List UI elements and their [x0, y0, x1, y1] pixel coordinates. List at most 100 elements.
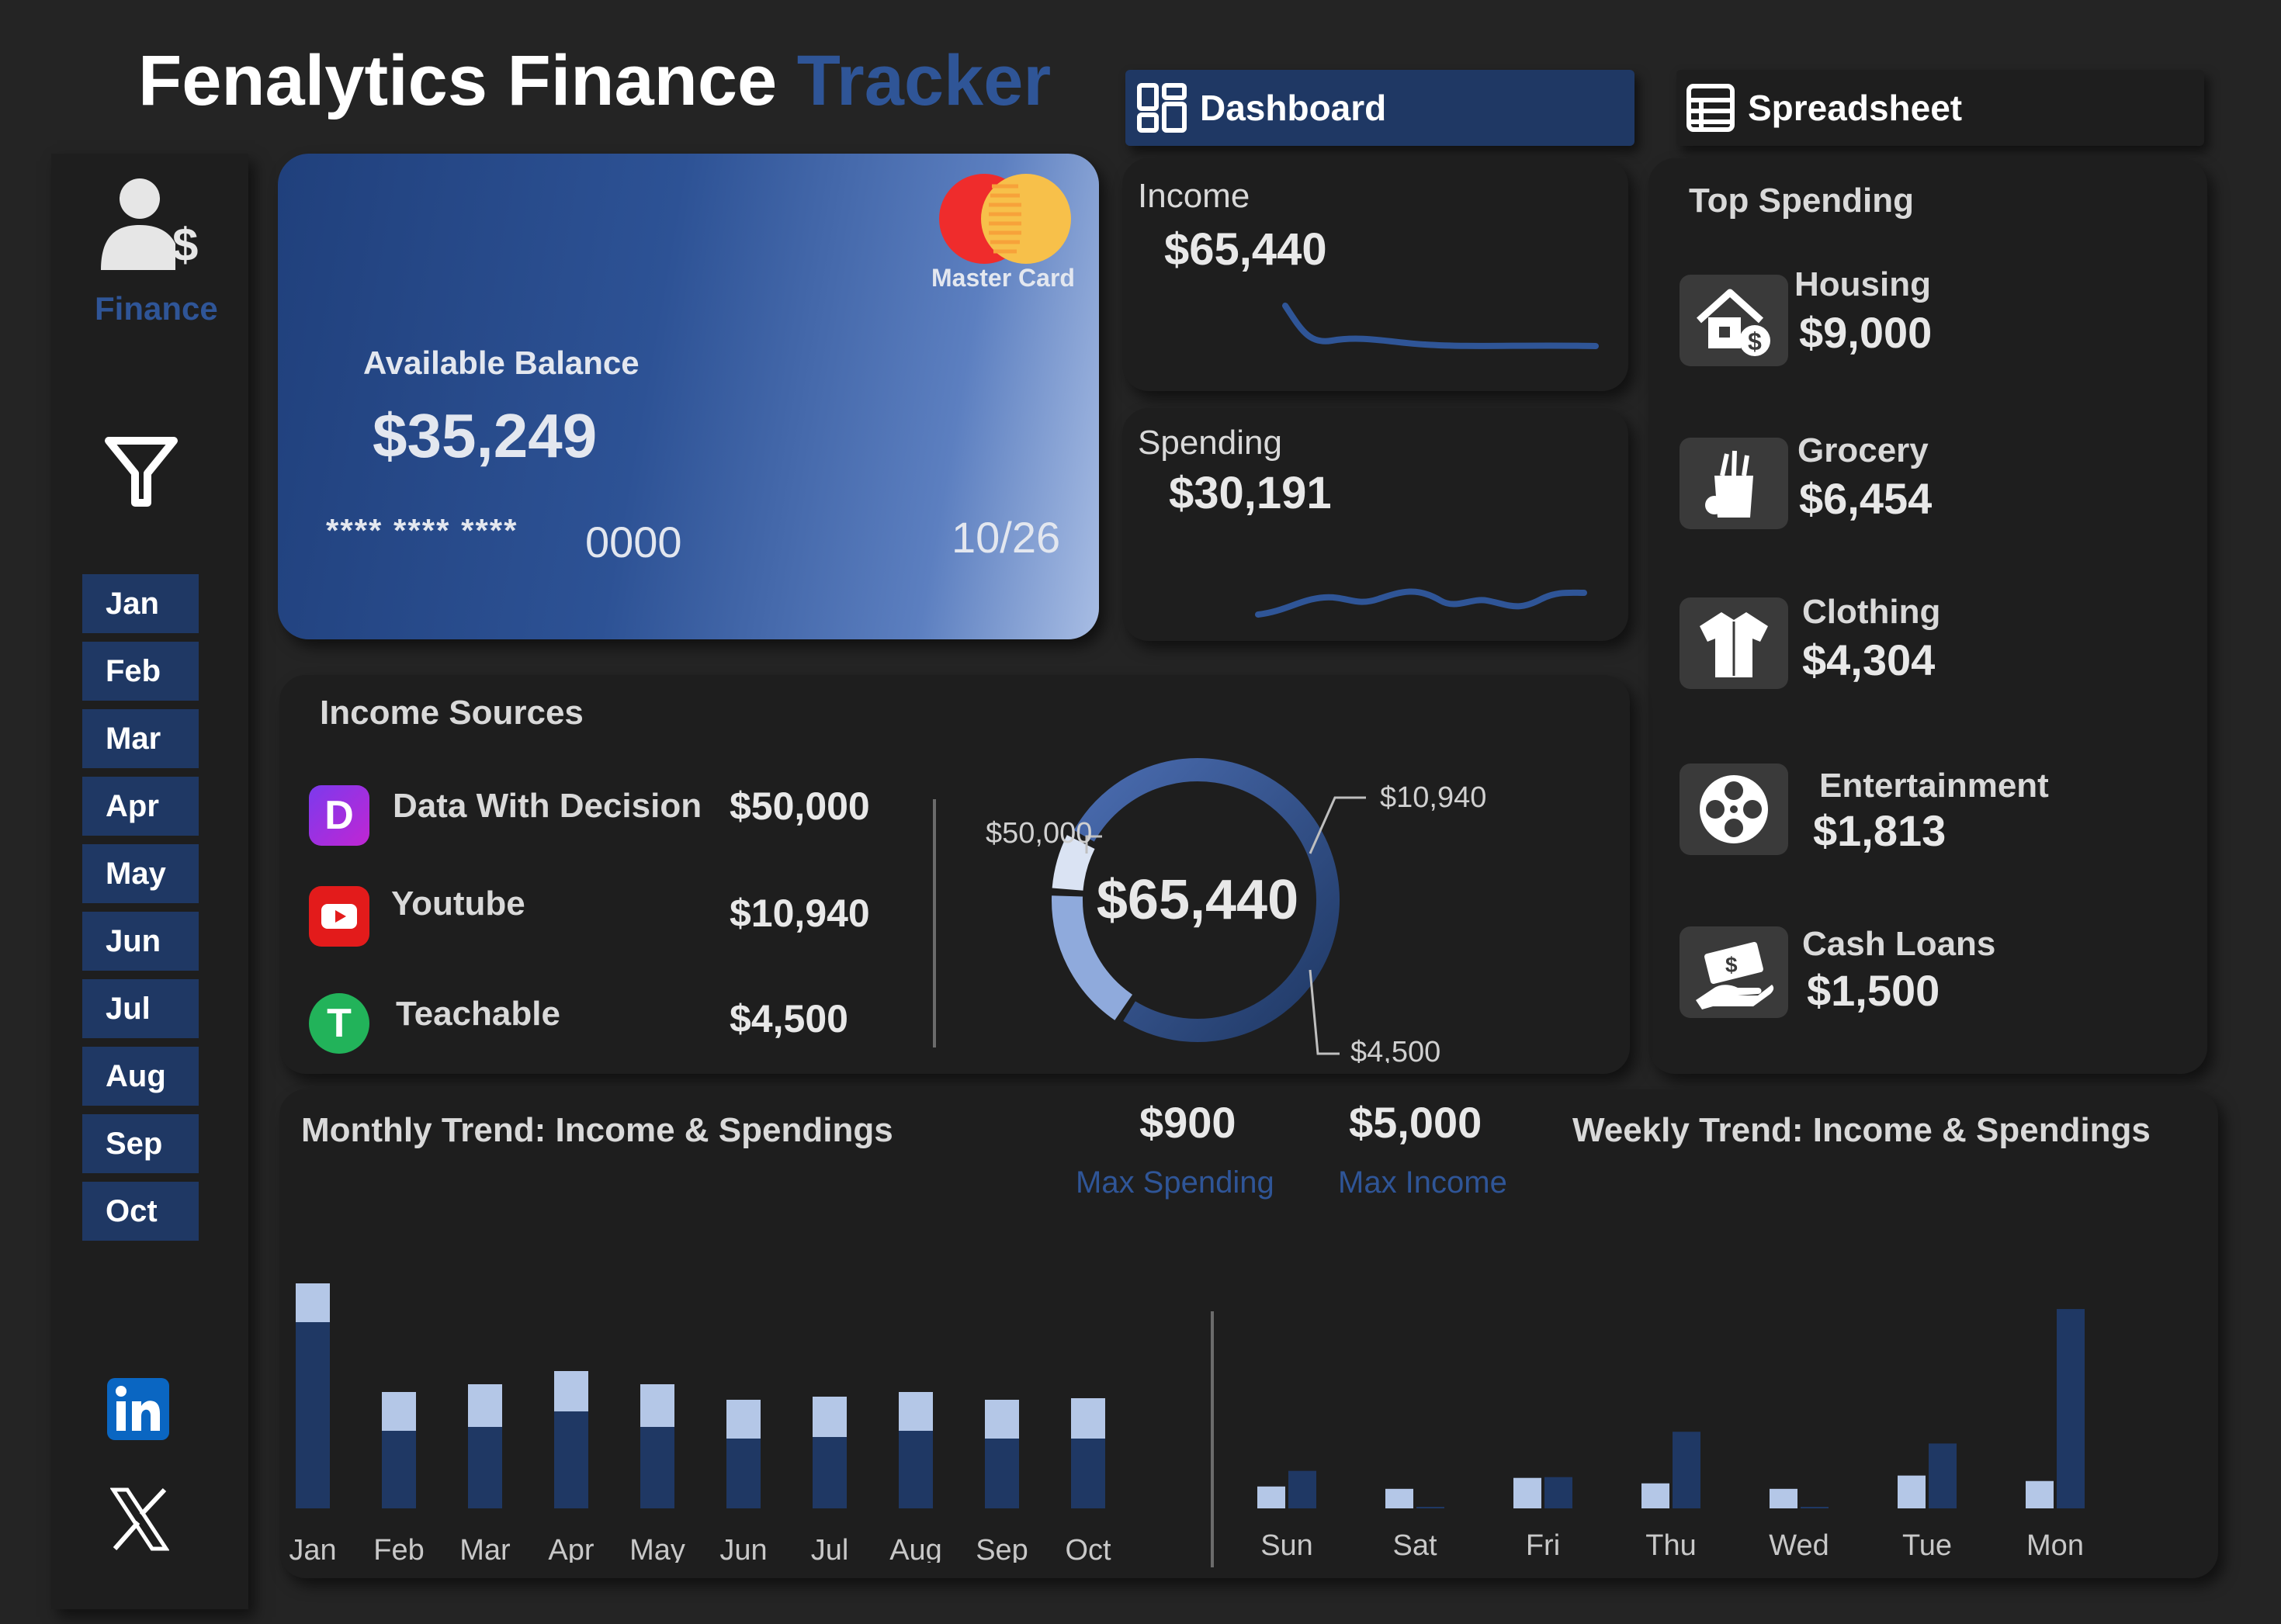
bar-jul-s1	[813, 1397, 847, 1437]
entertainment-value: $1,813	[1813, 806, 1946, 855]
month-filter-apr[interactable]: Apr	[82, 777, 199, 836]
sources-divider	[933, 799, 936, 1047]
spending-value: $30,191	[1169, 468, 1332, 518]
cash-loans-value: $1,500	[1807, 966, 1940, 1015]
tab-spreadsheet[interactable]: Spreadsheet	[1676, 70, 2204, 146]
housing-name: Housing	[1794, 265, 1931, 303]
tab-dashboard-label: Dashboard	[1200, 88, 1387, 128]
weekly-trend-chart: Sun Sat Fri Thu Wed Tue Mon	[1257, 1309, 2085, 1562]
card-number-mask: **** **** ****	[326, 512, 518, 549]
income-sources-title: Income Sources	[320, 694, 584, 732]
card-expiry: 10/26	[952, 513, 1061, 562]
bar-thu-s1	[1673, 1432, 1700, 1508]
bar-sun-s1	[1288, 1470, 1316, 1508]
month-filter-jul[interactable]: Jul	[82, 979, 199, 1038]
bar-feb-s1	[382, 1392, 416, 1431]
page-title: Fenalytics Finance Tracker	[138, 40, 1051, 122]
month-filter-jan[interactable]: Jan	[82, 574, 199, 633]
mastercard-logo-icon	[939, 174, 1071, 264]
axis-label-thu: Thu	[1645, 1529, 1696, 1562]
max-spending-label: Max Spending	[1076, 1165, 1274, 1200]
month-filter-feb[interactable]: Feb	[82, 642, 199, 701]
bar-apr-s0	[554, 1411, 588, 1508]
bar-tue-s1	[1929, 1443, 1957, 1508]
weekly-trend-title: Weekly Trend: Income & Spendings	[1572, 1111, 2151, 1149]
spending-sparkline	[1255, 588, 1587, 618]
spreadsheet-icon	[1686, 84, 1735, 132]
axis-label-may: May	[629, 1534, 685, 1563]
axis-label-jul: Jul	[811, 1534, 849, 1563]
bar-may-s1	[640, 1384, 674, 1427]
bar-may-s0	[640, 1427, 674, 1508]
clothing-name: Clothing	[1802, 593, 1941, 631]
svg-text:$: $	[172, 219, 198, 271]
youtube-icon	[309, 886, 369, 947]
user-dollar-icon: $	[101, 178, 198, 271]
axis-label-oct: Oct	[1065, 1534, 1111, 1563]
shirt-icon	[1680, 597, 1788, 689]
month-filter-oct[interactable]: Oct	[82, 1182, 199, 1241]
bar-jun-s1	[726, 1400, 761, 1439]
linkedin-icon[interactable]	[107, 1378, 169, 1440]
monthly-trend-title: Monthly Trend: Income & Spendings	[301, 1111, 893, 1149]
svg-text:$: $	[1725, 953, 1738, 977]
dwd-logo-icon: D	[309, 785, 369, 846]
housing-value: $9,000	[1799, 308, 1933, 357]
filter-icon[interactable]	[102, 433, 180, 511]
bar-mon-s0	[2026, 1480, 2054, 1508]
axis-label-mon: Mon	[2026, 1529, 2084, 1562]
donut-label-teachable: $4,500	[1350, 1036, 1440, 1063]
bar-sun-s0	[1257, 1486, 1285, 1508]
bar-mar-s1	[468, 1384, 502, 1427]
income-value: $65,440	[1164, 224, 1327, 275]
income-donut-chart: $65,440 $50,000 $10,940 $4,500	[986, 758, 1486, 1063]
cash-loans-name: Cash Loans	[1802, 925, 1996, 963]
axis-label-jun: Jun	[719, 1534, 767, 1563]
month-filter-may[interactable]: May	[82, 844, 199, 903]
profile-label: Finance	[95, 290, 218, 327]
bar-jan-s1	[296, 1283, 330, 1322]
balance-label: Available Balance	[363, 345, 640, 381]
top-spending-panel: Top Spending $ Housing $9,000 Grocery $6…	[1648, 158, 2207, 1074]
axis-label-wed: Wed	[1769, 1529, 1829, 1562]
grocery-name: Grocery	[1797, 431, 1929, 469]
bar-aug-s1	[899, 1392, 933, 1431]
axis-label-aug: Aug	[889, 1534, 942, 1563]
bar-mon-s1	[2057, 1309, 2085, 1508]
month-filter-jun[interactable]: Jun	[82, 912, 199, 971]
axis-label-jan: Jan	[289, 1534, 336, 1563]
month-filter-mar[interactable]: Mar	[82, 709, 199, 768]
month-filter-aug[interactable]: Aug	[82, 1047, 199, 1106]
cash-hand-icon: $	[1680, 926, 1788, 1018]
source-dwd-name: Data With Decision	[393, 787, 702, 825]
tab-dashboard[interactable]: Dashboard	[1125, 70, 1634, 146]
source-dwd-value: $50,000	[730, 784, 870, 828]
axis-label-sep: Sep	[976, 1534, 1028, 1563]
source-youtube-value: $10,940	[730, 892, 870, 935]
top-spending-title: Top Spending	[1689, 182, 1915, 220]
title-accent-text: Tracker	[796, 41, 1052, 120]
bar-oct-s0	[1071, 1439, 1105, 1508]
bar-thu-s0	[1641, 1483, 1669, 1508]
trend-panel: Monthly Trend: Income & Spendings $900 M…	[279, 1089, 2218, 1578]
card-number-last: 0000	[585, 518, 682, 566]
film-reel-icon	[1680, 764, 1788, 855]
source-teachable-name: Teachable	[396, 995, 560, 1033]
bar-sep-s1	[985, 1400, 1019, 1439]
x-logo-icon[interactable]	[110, 1487, 169, 1552]
card-brand: Master Card	[931, 264, 1075, 292]
income-panel: Income $65,440	[1122, 158, 1628, 391]
axis-label-tue: Tue	[1902, 1529, 1952, 1562]
donut-total: $65,440	[1097, 869, 1298, 931]
axis-label-feb: Feb	[373, 1534, 424, 1563]
clothing-value: $4,304	[1802, 635, 1936, 684]
donut-label-dwd: $50,000	[986, 817, 1092, 850]
bar-fri-s1	[1544, 1477, 1572, 1508]
house-dollar-icon: $	[1680, 275, 1788, 366]
max-spending-value: $900	[1139, 1098, 1236, 1147]
bar-feb-s0	[382, 1431, 416, 1508]
bar-sat-s1	[1416, 1507, 1444, 1508]
month-filter-sep[interactable]: Sep	[82, 1114, 199, 1173]
income-sources-panel: Income Sources D Data With Decision $50,…	[279, 675, 1630, 1074]
tab-spreadsheet-label: Spreadsheet	[1748, 88, 1963, 128]
